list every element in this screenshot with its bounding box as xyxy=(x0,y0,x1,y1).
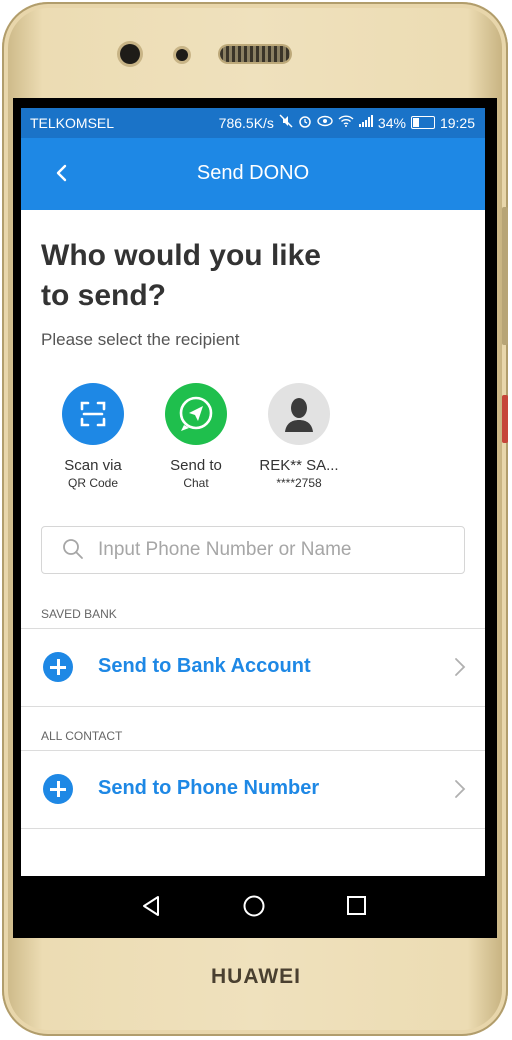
wifi-icon xyxy=(338,115,354,130)
chat-send-icon xyxy=(165,383,227,445)
device-brand: HUAWEI xyxy=(211,965,301,988)
person-icon xyxy=(268,383,330,445)
send-to-bank-account-row[interactable]: Send to Bank Account xyxy=(21,629,485,705)
send-to-phone-number-row[interactable]: Send to Phone Number xyxy=(21,751,485,827)
nav-home-icon[interactable] xyxy=(242,894,266,918)
android-nav-bar xyxy=(13,876,497,938)
send-to-phone-number-label: Send to Phone Number xyxy=(98,777,320,799)
recipient-name: REK** SA... xyxy=(259,457,339,474)
scan-qr-button[interactable]: Scan via QR Code xyxy=(43,383,143,490)
search-box xyxy=(41,526,465,574)
chat-sublabel: Chat xyxy=(183,476,209,490)
scan-sublabel: QR Code xyxy=(67,476,119,490)
eye-icon xyxy=(317,115,333,130)
recent-recipient-button[interactable]: REK** SA... ****2758 xyxy=(249,383,349,490)
chevron-right-icon xyxy=(455,658,466,676)
send-to-chat-button[interactable]: Send to Chat xyxy=(146,383,246,490)
power-button xyxy=(502,395,508,443)
main-heading: Who would you like to send? xyxy=(41,236,461,316)
heading-line-2: to send? xyxy=(41,279,166,312)
app-screen: TELKOMSEL 786.5K/s 34% 19:25 Send DONO W… xyxy=(21,108,485,876)
network-speed: 786.5K/s xyxy=(218,114,274,131)
app-bar: Send DONO xyxy=(21,138,485,210)
page-title: Send DONO xyxy=(196,162,310,184)
signal-icon xyxy=(358,115,373,130)
heading-line-1: Who would you like xyxy=(41,239,321,272)
clock: 19:25 xyxy=(439,114,475,131)
chat-label: Send to xyxy=(170,457,222,474)
earpiece-speaker xyxy=(220,46,290,62)
front-camera xyxy=(120,44,140,64)
recipient-account: ****2758 xyxy=(276,476,322,490)
nav-recents-icon[interactable] xyxy=(346,895,368,917)
divider xyxy=(21,706,485,707)
alarm-icon xyxy=(298,114,312,131)
divider xyxy=(21,828,485,829)
plus-circle-icon xyxy=(43,774,73,804)
battery-icon xyxy=(410,116,435,129)
section-label-all-contact: ALL CONTACT xyxy=(41,729,123,743)
proximity-sensor xyxy=(176,49,188,61)
send-to-bank-account-label: Send to Bank Account xyxy=(98,655,311,677)
volume-button xyxy=(502,207,508,345)
mute-icon xyxy=(279,114,293,131)
nav-back-icon[interactable] xyxy=(140,894,162,918)
carrier-name: TELKOMSEL xyxy=(30,115,115,131)
section-label-saved-bank: SAVED BANK xyxy=(41,607,117,621)
battery-percent: 34% xyxy=(377,114,406,131)
chevron-right-icon xyxy=(455,780,466,798)
subtitle: Please select the recipient xyxy=(41,330,240,349)
search-input[interactable] xyxy=(96,535,450,565)
search-icon xyxy=(63,539,83,559)
status-bar: TELKOMSEL 786.5K/s 34% 19:25 xyxy=(21,108,485,138)
scan-label: Scan via xyxy=(64,457,122,474)
qr-scan-icon xyxy=(62,383,124,445)
plus-circle-icon xyxy=(43,652,73,682)
